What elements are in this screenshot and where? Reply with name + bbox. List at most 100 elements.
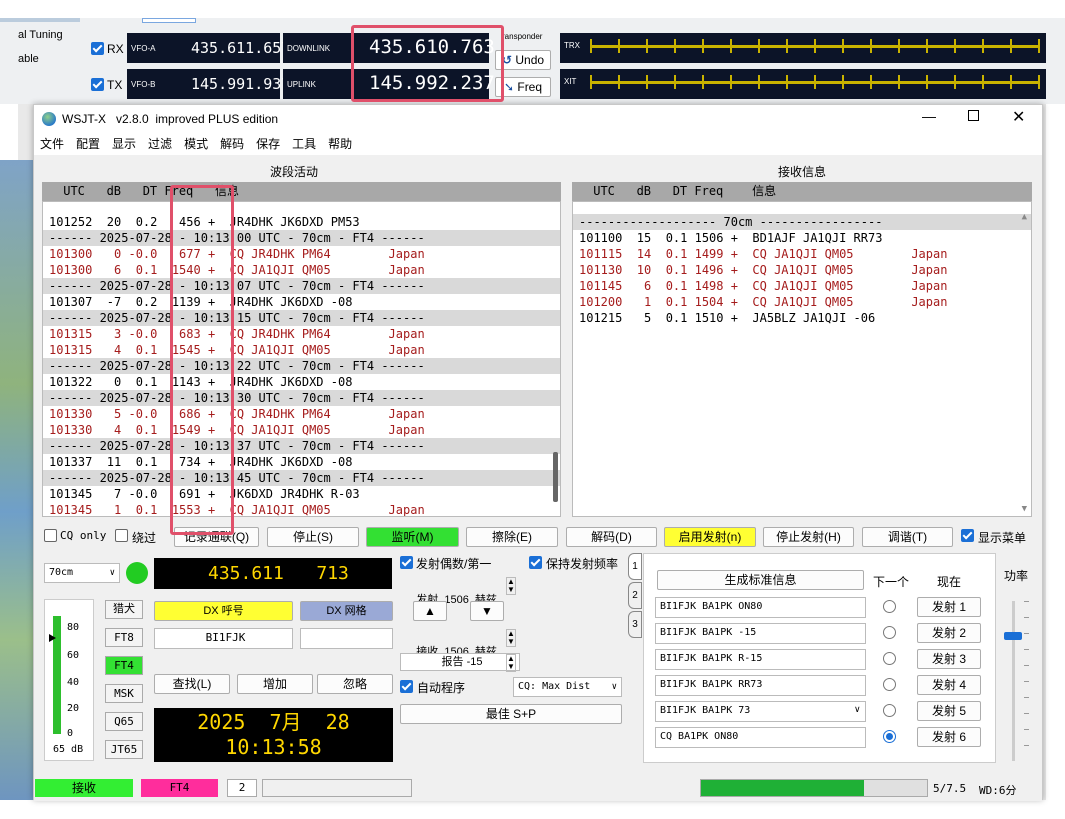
ignore-button[interactable]: 忽略 xyxy=(317,674,393,694)
rx-checkbox[interactable] xyxy=(91,42,104,55)
band-activity-row[interactable]: 101300 6 0.1 1540 + CQ JA1QJI QM05 Japan xyxy=(43,262,560,278)
rx-frequency-row[interactable]: 101130 10 0.1 1496 + CQ JA1QJI QM05 Japa… xyxy=(573,262,1031,278)
lookup-button[interactable]: 查找(L) xyxy=(154,674,230,694)
tab-2[interactable]: 2 xyxy=(628,582,642,609)
band-activity-row[interactable]: ------ 2025-07-28 - 10:13:45 UTC - 70cm … xyxy=(43,470,560,486)
mode-hound-button[interactable]: 猎犬 xyxy=(105,600,143,619)
next-radio-3[interactable] xyxy=(883,652,896,665)
rx-frequency-list[interactable]: ------------------- 70cm ---------------… xyxy=(572,201,1032,517)
dx-grid-input[interactable] xyxy=(300,628,393,649)
tune-button[interactable]: 调谐(T) xyxy=(862,527,953,547)
show-menu-checkbox[interactable] xyxy=(961,529,974,542)
generate-std-messages-button[interactable]: 生成标准信息 xyxy=(657,570,864,590)
menu-mode[interactable]: 模式 xyxy=(178,133,214,155)
tab-3[interactable]: 3 xyxy=(628,611,642,638)
hold-tx-checkbox[interactable] xyxy=(529,556,542,569)
dx-call-input[interactable]: BI1FJK xyxy=(154,628,293,649)
cq-only-checkbox[interactable] xyxy=(44,529,57,542)
tx-message-6-input[interactable]: CQ BA1PK ON80 xyxy=(655,727,866,748)
report-spinbox[interactable]: 报告 -15 xyxy=(400,653,520,671)
rx-frequency-row[interactable]: 101145 6 0.1 1498 + CQ JA1QJI QM05 Japan xyxy=(573,278,1031,294)
mode-jt65-button[interactable]: JT65 xyxy=(105,740,143,759)
band-select[interactable]: 70cm ∨ xyxy=(44,563,120,583)
band-activity-row[interactable]: 101307 -7 0.2 1139 + JR4DHK JK6DXD -08 xyxy=(43,294,560,310)
menu-tools[interactable]: 工具 xyxy=(286,133,322,155)
rx-frequency-row[interactable]: 101100 15 0.1 1506 + BD1AJF JA1QJI RR73 xyxy=(573,230,1031,246)
band-activity-row[interactable]: ------ 2025-07-28 - 10:13:22 UTC - 70cm … xyxy=(43,358,560,374)
band-scrollbar[interactable] xyxy=(553,452,558,502)
menu-help[interactable]: 帮助 xyxy=(322,133,358,155)
band-activity-row[interactable]: ------ 2025-07-28 - 10:13:15 UTC - 70cm … xyxy=(43,310,560,326)
monitor-button[interactable]: 监听(M) xyxy=(366,527,459,547)
band-activity-row[interactable]: ------ 2025-07-28 - 10:13:00 UTC - 70cm … xyxy=(43,230,560,246)
tx-4-button[interactable]: 发射 4 xyxy=(917,675,981,695)
mode-ft8-button[interactable]: FT8 xyxy=(105,628,143,647)
stop-button[interactable]: 停止(S) xyxy=(267,527,359,547)
menu-view[interactable]: 显示 xyxy=(106,133,142,155)
band-activity-row[interactable]: 101330 4 0.1 1549 + CQ JA1QJI QM05 Japan xyxy=(43,422,560,438)
band-activity-row[interactable]: ------ 2025-07-28 - 10:13:30 UTC - 70cm … xyxy=(43,390,560,406)
erase-button[interactable]: 擦除(E) xyxy=(466,527,558,547)
tx-5-button[interactable]: 发射 5 xyxy=(917,701,981,721)
dx-grid-button[interactable]: DX 网格 xyxy=(300,601,393,621)
mode-msk-button[interactable]: MSK xyxy=(105,684,143,703)
tx-6-button[interactable]: 发射 6 xyxy=(917,727,981,747)
next-radio-6[interactable] xyxy=(883,730,896,743)
band-activity-row[interactable]: 101345 7 -0.0 691 + JK6DXD JR4DHK R-03 xyxy=(43,486,560,502)
spin-icon[interactable]: ▲ ▼ xyxy=(506,577,516,595)
next-radio-4[interactable] xyxy=(883,678,896,691)
tx-up-button[interactable]: ▲ xyxy=(413,601,447,621)
next-radio-5[interactable] xyxy=(883,704,896,717)
rx-frequency-row[interactable]: 101115 14 0.1 1499 + CQ JA1QJI QM05 Japa… xyxy=(573,246,1031,262)
tx-1-button[interactable]: 发射 1 xyxy=(917,597,981,617)
band-activity-row[interactable]: 101337 11 0.1 734 + JR4DHK JK6DXD -08 xyxy=(43,454,560,470)
skip-checkbox[interactable] xyxy=(115,529,128,542)
tab-1[interactable]: 1 xyxy=(628,553,642,580)
rx-frequency-row[interactable]: ------------------- 70cm ---------------… xyxy=(573,214,1031,230)
band-activity-list[interactable]: 101252 20 0.2 456 + JR4DHK JK6DXD PM53 --… xyxy=(42,201,561,517)
menu-save[interactable]: 保存 xyxy=(250,133,286,155)
next-radio-1[interactable] xyxy=(883,600,896,613)
decode-button[interactable]: 解码(D) xyxy=(566,527,657,547)
close-icon[interactable]: ✕ xyxy=(1012,107,1025,127)
band-activity-row[interactable]: 101345 1 0.1 1553 + CQ JA1QJI QM05 Japan xyxy=(43,502,560,516)
maximize-icon[interactable] xyxy=(968,110,979,121)
menu-decode[interactable]: 解码 xyxy=(214,133,250,155)
add-button[interactable]: 增加 xyxy=(237,674,313,694)
tx-message-2-input[interactable]: BI1FJK BA1PK -15 xyxy=(655,623,866,644)
scroll-down-icon[interactable]: ▼ xyxy=(1022,504,1027,514)
mode-q65-button[interactable]: Q65 xyxy=(105,712,143,731)
tx-checkbox[interactable] xyxy=(91,78,104,91)
mode-ft4-button[interactable]: FT4 xyxy=(105,656,143,675)
band-activity-row[interactable]: 101252 20 0.2 456 + JR4DHK JK6DXD PM53 xyxy=(43,214,560,230)
rx-frequency-row[interactable]: 101200 1 0.1 1504 + CQ JA1QJI QM05 Japan xyxy=(573,294,1031,310)
power-slider[interactable] xyxy=(1012,601,1015,761)
menu-config[interactable]: 配置 xyxy=(70,133,106,155)
spin-icon[interactable]: ▲ ▼ xyxy=(506,629,516,647)
auto-seq-checkbox[interactable] xyxy=(400,680,413,693)
minimize-icon[interactable]: — xyxy=(922,108,936,124)
tx-down-button[interactable]: ▼ xyxy=(470,601,504,621)
band-activity-row[interactable]: ------ 2025-07-28 - 10:13:07 UTC - 70cm … xyxy=(43,278,560,294)
next-radio-2[interactable] xyxy=(883,626,896,639)
halt-tx-button[interactable]: 停止发射(H) xyxy=(763,527,854,547)
tx-frequency-spinbox[interactable]: 发射 1506 赫兹 xyxy=(400,576,520,606)
best-sp-button[interactable]: 最佳 S+P xyxy=(400,704,622,724)
tx-even-checkbox[interactable] xyxy=(400,556,413,569)
spin-icon[interactable]: ▲ ▼ xyxy=(506,654,516,672)
tx-message-5-input[interactable]: BI1FJK BA1PK 73 xyxy=(655,701,866,722)
band-activity-row[interactable]: 101330 5 -0.0 686 + CQ JR4DHK PM64 Japan xyxy=(43,406,560,422)
tx-message-3-input[interactable]: BI1FJK BA1PK R-15 xyxy=(655,649,866,670)
tx-message-4-input[interactable]: BI1FJK BA1PK RR73 xyxy=(655,675,866,696)
band-activity-row[interactable]: ------ 2025-07-28 - 10:13:37 UTC - 70cm … xyxy=(43,438,560,454)
menu-filter[interactable]: 过滤 xyxy=(142,133,178,155)
band-activity-row[interactable]: 101300 0 -0.0 677 + CQ JR4DHK PM64 Japan xyxy=(43,246,560,262)
band-activity-row[interactable]: 101315 3 -0.0 683 + CQ JR4DHK PM64 Japan xyxy=(43,326,560,342)
dx-call-button[interactable]: DX 呼号 xyxy=(154,601,293,621)
rx-frequency-row[interactable]: 101215 5 0.1 1510 + JA5BLZ JA1QJI -06 xyxy=(573,310,1031,326)
enable-tx-button[interactable]: 启用发射(n) xyxy=(664,527,756,547)
band-activity-row[interactable]: 101322 0 0.1 1143 + JR4DHK JK6DXD -08 xyxy=(43,374,560,390)
tx-3-button[interactable]: 发射 3 xyxy=(917,649,981,669)
rx-frequency-spinbox[interactable]: 接收 1506 赫兹 xyxy=(400,628,520,658)
tx-2-button[interactable]: 发射 2 xyxy=(917,623,981,643)
